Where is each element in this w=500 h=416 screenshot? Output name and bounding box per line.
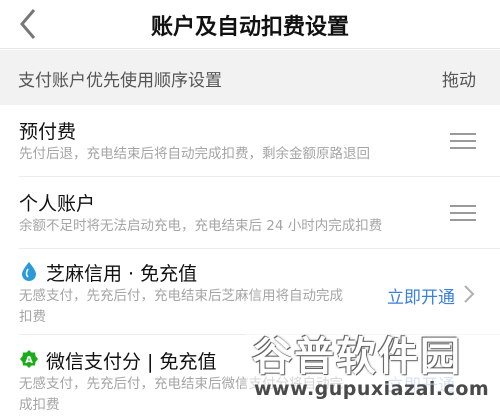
item-description-line-1: 无感支付，先充后付，充电结束后芝麻信用将自动完成 [19, 288, 343, 304]
drag-handle-icon[interactable] [450, 205, 476, 221]
item-title: 个人账户 [19, 193, 96, 215]
section-title: 支付账户优先使用顺序设置 [18, 71, 222, 91]
list-item-prepaid[interactable]: 预付费 先付后退，充电结束后将自动完成扣费，剩余金额原路退回 [0, 105, 500, 177]
item-title: 微信支付分 | 免充值 [46, 351, 217, 373]
drag-handle-icon[interactable] [450, 133, 476, 149]
item-description-line-1: 无感支付，先充后付，充电结束后微信支付分将自动完 [19, 376, 343, 392]
nav-header: 账户及自动扣费设置 [0, 0, 500, 49]
page-title: 账户及自动扣费设置 [150, 15, 349, 40]
section-header: 支付账户优先使用顺序设置 拖动 [0, 50, 500, 105]
activate-zhima-link[interactable]: 立即开通 [387, 283, 455, 308]
item-title: 芝麻信用 · 免充值 [46, 263, 198, 285]
list-item-wechat-pay-score[interactable]: A 微信支付分 | 免充值 无感支付，先充后付，充电结束后微信支付分将自动完 成… [0, 335, 500, 413]
drag-button[interactable]: 拖动 [442, 66, 476, 91]
activate-wechat-link[interactable]: 立即开通 [387, 371, 455, 396]
item-description: 先付后退，充电结束后将自动完成扣费，剩余金额原路退回 [19, 146, 370, 162]
item-description: 余额不足时将无法启动充电，充电结束后 24 小时内完成扣费 [19, 218, 383, 234]
item-description-line-2: 扣费 [19, 309, 46, 325]
wechat-pay-score-icon: A [20, 350, 38, 368]
list-item-zhima-credit[interactable]: 芝麻信用 · 免充值 无感支付，先充后付，充电结束后芝麻信用将自动完成 扣费 立… [0, 249, 500, 335]
chevron-right-icon[interactable] [463, 284, 475, 304]
zhima-credit-icon [22, 262, 36, 281]
item-title: 预付费 [19, 121, 77, 143]
list-item-personal-account[interactable]: 个人账户 余额不足时将无法启动充电，充电结束后 24 小时内完成扣费 [0, 177, 500, 249]
svg-text:A: A [25, 355, 33, 366]
